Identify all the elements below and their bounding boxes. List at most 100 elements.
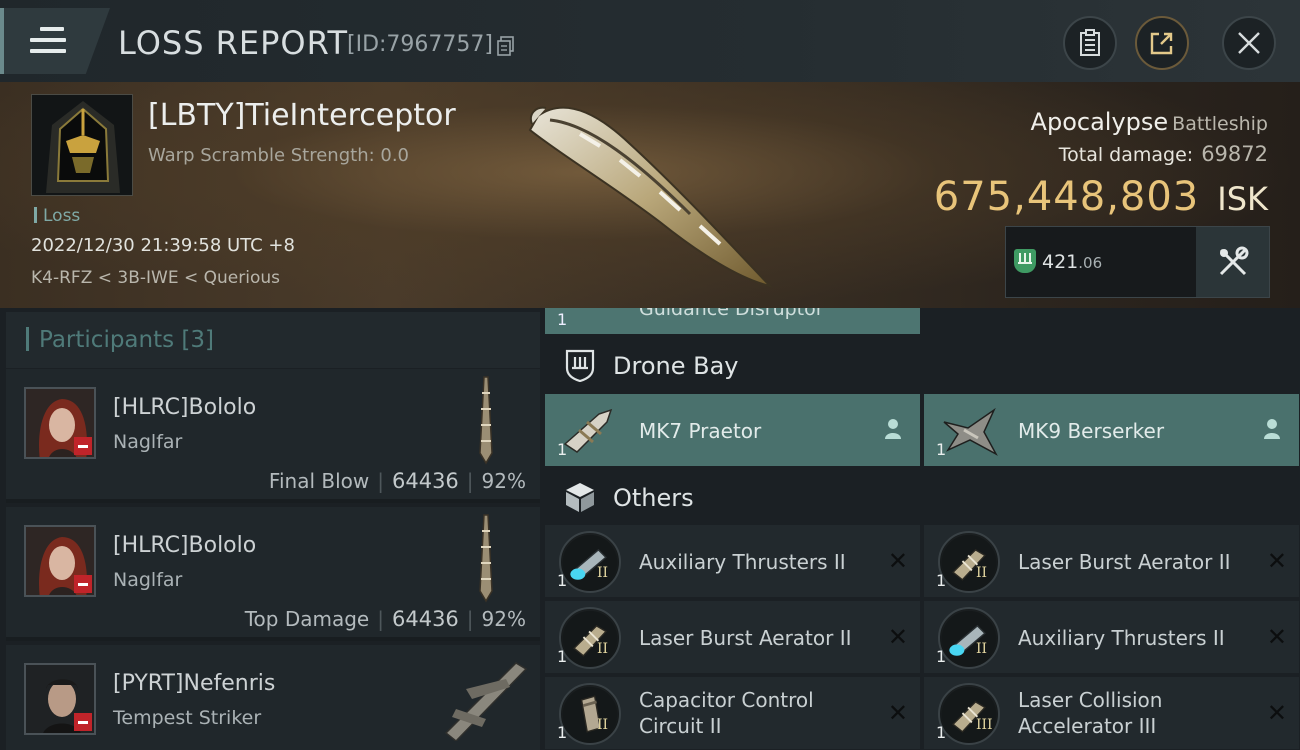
module-item[interactable]: 1 II Auxiliary Thrusters II ✕ — [545, 525, 920, 597]
participant-damage: 64436 — [391, 607, 459, 631]
berserker-drone-icon — [943, 407, 998, 456]
report-id: [ID:7967757] — [347, 32, 493, 57]
tech-level-badge: II — [597, 641, 609, 657]
tech-level-badge: II — [597, 717, 609, 733]
module-item[interactable]: 1 II Auxiliary Thrusters II ✕ — [924, 601, 1299, 673]
hostile-flag-icon — [74, 575, 92, 593]
praetor-drone-icon — [563, 408, 613, 453]
participant-avatar[interactable] — [24, 387, 96, 459]
victim-banner: [LBTY]TieInterceptor Warp Scramble Stren… — [0, 82, 1300, 308]
page-title: LOSS REPORT — [118, 24, 349, 62]
participant-ship-render — [444, 662, 528, 741]
capacitor-icon — [559, 683, 621, 745]
participant-stats: Top Damage | 64436 | 92% — [244, 607, 526, 631]
item-name: MK9 Berserker — [1018, 419, 1165, 443]
victim-pilot-name[interactable]: [LBTY]TieInterceptor — [148, 98, 456, 133]
item-name: Guidance Disruptor — [639, 308, 824, 320]
destroyed-x-icon: ✕ — [1266, 699, 1287, 727]
drone-bay-section: Drone Bay — [545, 336, 1300, 394]
module-item[interactable]: 1 II Capacitor Control Circuit II ✕ — [545, 677, 920, 749]
item-name: Auxiliary Thrusters II — [639, 550, 846, 574]
destroyed-x-icon: ✕ — [1266, 547, 1287, 575]
item-name: Laser Burst Aerator II — [1018, 550, 1231, 574]
clipboard-button[interactable] — [1063, 16, 1117, 70]
top-bar: LOSS REPORT [ID:7967757] — [0, 0, 1300, 82]
drone-item[interactable]: 1 MK9 Berserker — [924, 394, 1299, 466]
close-icon — [1238, 32, 1260, 54]
item-quantity: 1 — [936, 723, 947, 742]
person-icon[interactable] — [1263, 418, 1281, 440]
aerator-icon — [559, 607, 621, 669]
module-item[interactable]: 1 III Laser Collision Accelerator III ✕ — [924, 677, 1299, 749]
ship-class-label: Battleship — [1172, 113, 1268, 135]
participant-name[interactable]: [PYRT]Nefenris — [113, 671, 275, 696]
participants-header: Participants [3] — [6, 312, 540, 368]
thruster-icon — [559, 531, 621, 593]
tech-level-badge: II — [976, 641, 988, 657]
participant-name[interactable]: [HLRC]Bololo — [113, 533, 256, 558]
participant-ship: Naglfar — [113, 431, 183, 453]
participant-card[interactable]: [PYRT]Nefenris Tempest Striker — [6, 645, 540, 750]
tech-level-badge: III — [976, 717, 993, 733]
fitting-value-main: 421 — [1042, 251, 1079, 273]
total-damage-value: 69872 — [1201, 142, 1268, 166]
participant-card[interactable]: [HLRC]Bololo Naglfar Top Damage | 64436 | 92… — [6, 507, 540, 641]
aerator-icon — [938, 531, 1000, 593]
victim-ship-name[interactable]: Apocalypse Battleship — [1031, 108, 1268, 136]
item-quantity: 1 — [557, 647, 568, 666]
fitting-item[interactable]: 1 Guidance Disruptor — [545, 308, 920, 334]
item-name: MK7 Praetor — [639, 419, 762, 443]
fitting-panel: 1 Guidance Disruptor Drone Bay 1 MK7 Pra… — [545, 308, 1300, 750]
cargo-box-icon — [566, 483, 594, 512]
drone-bay-label: Drone Bay — [613, 352, 739, 380]
person-icon[interactable] — [884, 418, 902, 440]
destroyed-x-icon: ✕ — [887, 623, 908, 651]
kill-datetime: 2022/12/30 21:39:58 UTC +8 — [31, 235, 295, 256]
menu-button[interactable] — [0, 8, 110, 74]
fitting-badge-icon — [1014, 249, 1036, 273]
participant-damage: 64436 — [391, 469, 459, 493]
share-button[interactable] — [1135, 16, 1189, 70]
drone-item[interactable]: 1 MK7 Praetor — [545, 394, 920, 466]
victim-ship-render — [528, 106, 774, 288]
ship-name-label: Apocalypse — [1030, 108, 1169, 136]
total-damage-label: Total damage: — [1058, 144, 1194, 166]
others-label: Others — [613, 484, 694, 512]
participant-card[interactable]: [HLRC]Bololo Naglfar Final Blow | 64436 | 92… — [6, 369, 540, 503]
participant-avatar[interactable] — [24, 525, 96, 597]
fitting-value: 421.06 — [1042, 251, 1102, 273]
fitting-tools-button[interactable] — [1196, 227, 1269, 297]
victim-portrait[interactable] — [31, 94, 133, 196]
hamburger-icon — [30, 27, 66, 60]
tools-icon — [1219, 246, 1248, 276]
destroyed-x-icon: ✕ — [1266, 623, 1287, 651]
participant-name[interactable]: [HLRC]Bololo — [113, 395, 256, 420]
participant-stats: Final Blow | 64436 | 92% — [268, 469, 526, 493]
participant-ship: Naglfar — [113, 569, 183, 591]
pilot-portrait-image — [32, 95, 132, 195]
warp-scramble-strength: Warp Scramble Strength: 0.0 — [148, 145, 410, 166]
destroyed-x-icon: ✕ — [887, 699, 908, 727]
item-quantity: 1 — [936, 440, 947, 459]
participant-tag: Top Damage — [244, 607, 370, 631]
fitting-value-box[interactable]: 421.06 — [1005, 226, 1270, 298]
kill-location[interactable]: K4-RFZ < 3B-IWE < Querious — [31, 268, 280, 288]
isk-loss: 675,448,803 ISK — [934, 174, 1268, 220]
item-quantity: 1 — [557, 723, 568, 742]
module-item[interactable]: 1 II Laser Burst Aerator II ✕ — [545, 601, 920, 673]
item-quantity: 1 — [557, 571, 568, 590]
hostile-flag-icon — [74, 713, 92, 731]
others-section: Others — [545, 468, 1300, 526]
participant-avatar[interactable] — [24, 663, 96, 735]
item-name: Auxiliary Thrusters II — [1018, 626, 1225, 650]
total-damage: Total damage: 69872 — [1059, 142, 1268, 166]
close-button[interactable] — [1222, 16, 1276, 70]
copy-icon[interactable] — [497, 36, 515, 56]
tech-level-badge: II — [976, 565, 988, 581]
participant-ship-render — [479, 376, 493, 465]
accelerator-icon — [938, 683, 1000, 745]
item-quantity: 1 — [936, 647, 947, 666]
item-quantity: 1 — [557, 310, 568, 329]
module-item[interactable]: 1 II Laser Burst Aerator II ✕ — [924, 525, 1299, 597]
share-icon — [1150, 32, 1173, 55]
